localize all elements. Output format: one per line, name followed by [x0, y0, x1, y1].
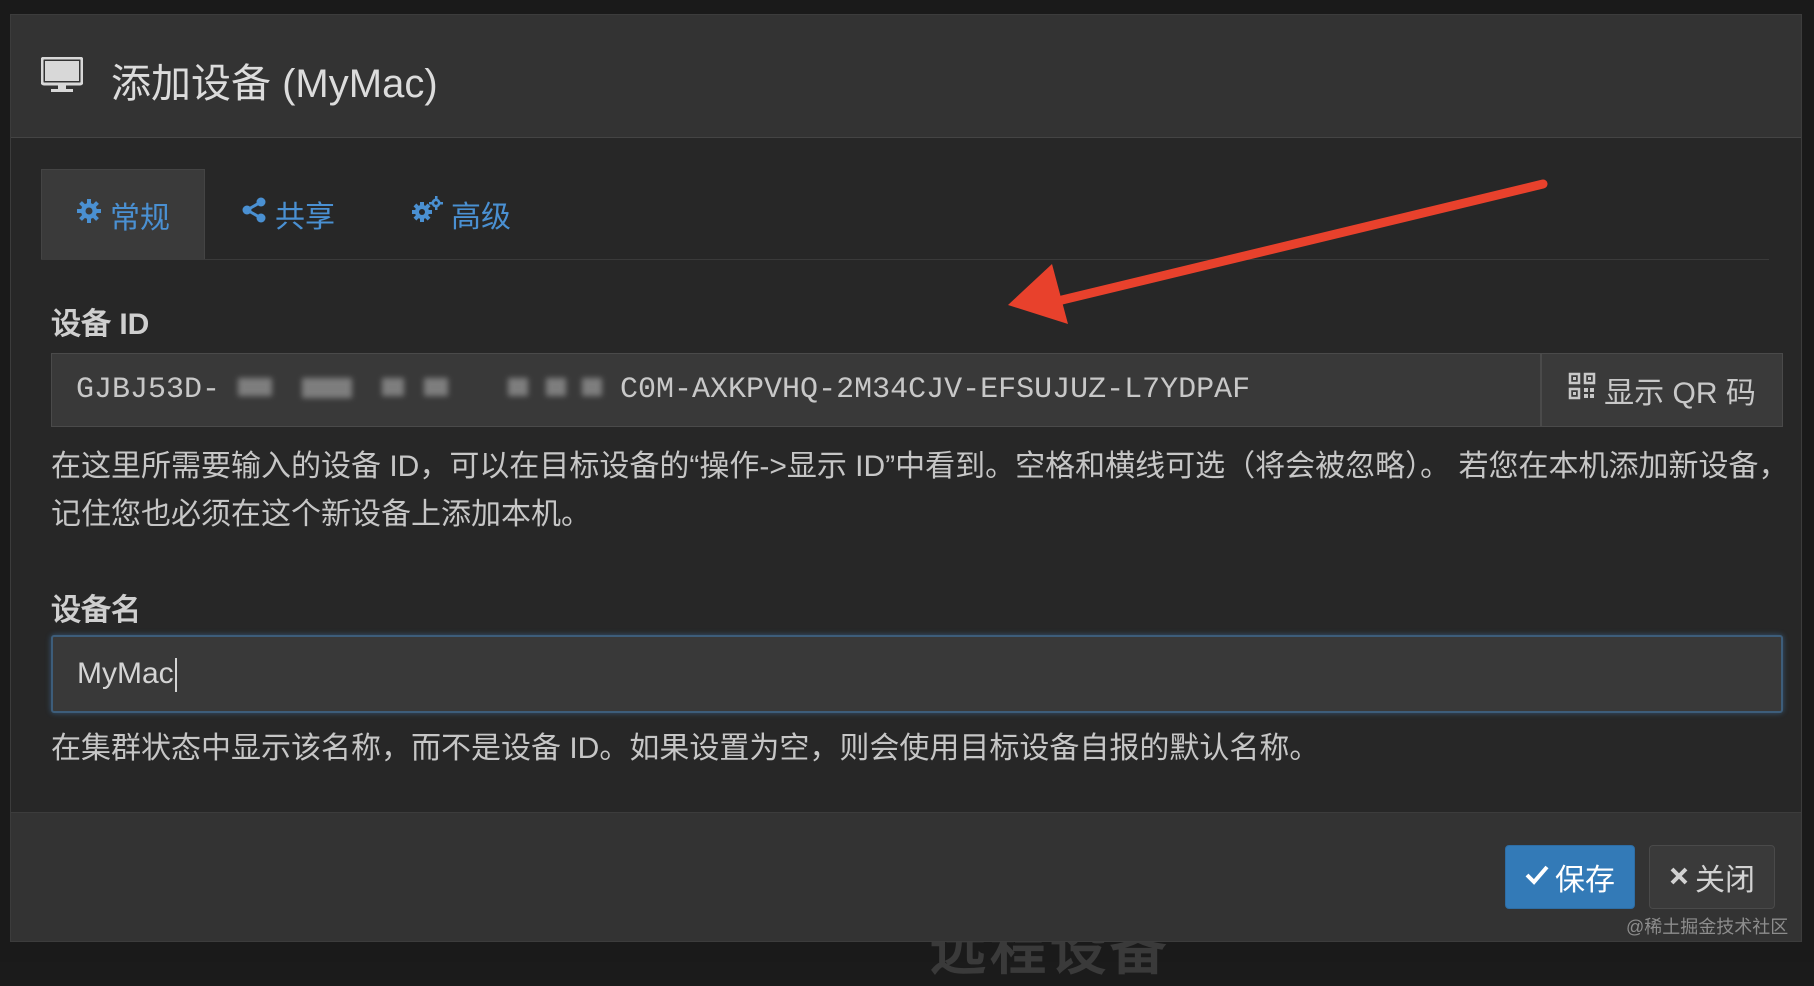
- device-name-help: 在集群状态中显示该名称，而不是设备 ID。如果设置为空，则会使用目标设备自报的默…: [51, 732, 1320, 765]
- device-id-group: GJBJ53D- C0M-AXKPVHQ-2M34CJV-EFSUJUZ-L7YD…: [51, 353, 1783, 427]
- add-device-dialog: 添加设备 (MyMac) 常规 共享 高级 设备 ID GJBJ53D- C0M…: [10, 14, 1802, 942]
- device-name-field[interactable]: MyMac: [51, 635, 1783, 713]
- share-icon: [241, 197, 267, 231]
- qrcode-icon: [1568, 372, 1596, 408]
- tab-bar: 常规 共享 高级: [41, 169, 1769, 260]
- device-id-label: 设备 ID: [51, 308, 150, 341]
- device-id-value-start: GJBJ53D-: [76, 373, 221, 407]
- redaction-mark: [546, 378, 566, 396]
- tab-advanced-label: 高级: [451, 201, 511, 234]
- redaction-mark: [582, 378, 602, 396]
- close-label: 关闭: [1695, 864, 1755, 897]
- gears-icon: [411, 196, 443, 232]
- tab-general[interactable]: 常规: [41, 169, 205, 259]
- tab-general-label: 常规: [110, 201, 170, 235]
- dialog-header: 添加设备 (MyMac): [11, 15, 1801, 138]
- watermark: @稀土掘金技术社区: [1626, 917, 1789, 937]
- device-name-value: MyMac: [77, 657, 174, 690]
- dialog-footer: 保存 关闭: [11, 812, 1801, 941]
- device-id-value-end: C0M-AXKPVHQ-2M34CJV-EFSUJUZ-L7YDPAF: [620, 373, 1251, 407]
- redaction-mark: [302, 378, 352, 398]
- save-label: 保存: [1555, 864, 1615, 897]
- show-qr-label: 显示 QR 码: [1604, 377, 1756, 410]
- device-name-label: 设备名: [51, 594, 141, 627]
- device-id-field[interactable]: GJBJ53D- C0M-AXKPVHQ-2M34CJV-EFSUJUZ-L7YD…: [51, 353, 1541, 427]
- save-button[interactable]: 保存: [1505, 845, 1635, 909]
- tab-advanced[interactable]: 高级: [411, 169, 551, 259]
- redaction-mark: [508, 378, 528, 396]
- tab-sharing-label: 共享: [275, 201, 335, 234]
- redaction-mark: [424, 378, 448, 396]
- tab-sharing[interactable]: 共享: [241, 169, 361, 259]
- monitor-icon: [41, 57, 83, 92]
- close-icon: [1669, 860, 1689, 894]
- redaction-mark: [382, 378, 404, 396]
- redaction-mark: [238, 378, 272, 396]
- gear-icon: [76, 198, 102, 232]
- close-button[interactable]: 关闭: [1649, 845, 1775, 909]
- show-qr-button[interactable]: 显示 QR 码: [1541, 353, 1783, 427]
- dialog-title: 添加设备 (MyMac): [111, 62, 438, 106]
- check-icon: [1525, 860, 1549, 894]
- text-caret: [174, 658, 177, 693]
- device-id-help: 在这里所需要输入的设备 ID，可以在目标设备的“操作->显示 ID”中看到。空格…: [51, 450, 1789, 531]
